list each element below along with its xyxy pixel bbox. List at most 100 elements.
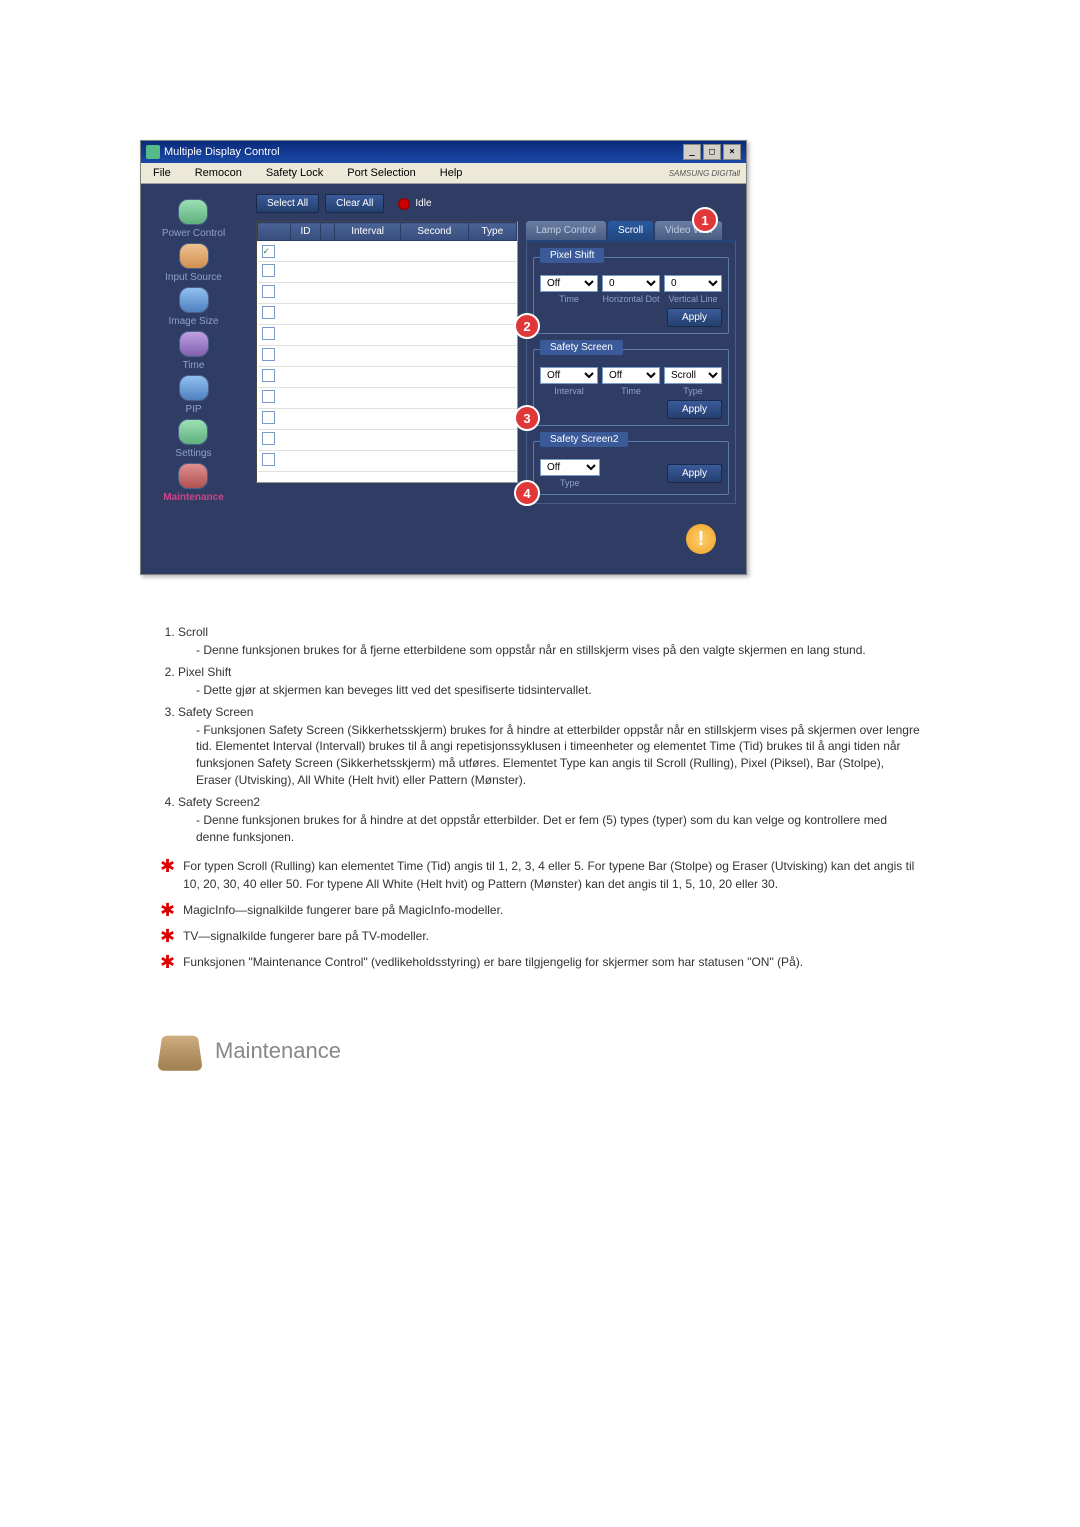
- col-interval[interactable]: Interval: [335, 223, 401, 241]
- safetyscreen2-type-select[interactable]: Off: [540, 459, 600, 476]
- toolbar: Select All Clear All Idle: [246, 184, 746, 221]
- table-row[interactable]: [258, 241, 517, 262]
- pixelshift-hdot-select[interactable]: 0: [602, 275, 660, 292]
- input-icon: [179, 243, 209, 269]
- table-row[interactable]: [258, 451, 517, 472]
- marker-2: 2: [514, 313, 540, 339]
- safetyscreen-type-select[interactable]: Scroll: [664, 367, 722, 384]
- col-type[interactable]: Type: [468, 223, 516, 241]
- menu-portselection[interactable]: Port Selection: [335, 165, 427, 181]
- pixelshift-time-select[interactable]: Off: [540, 275, 598, 292]
- row-checkbox[interactable]: [262, 390, 275, 403]
- group-safetyscreen: 3 Safety Screen OffInterval OffTime Scro…: [533, 342, 729, 426]
- table-row[interactable]: [258, 346, 517, 367]
- row-checkbox[interactable]: [262, 306, 275, 319]
- menu-remocon[interactable]: Remocon: [183, 165, 254, 181]
- sidebar-item-imagesize[interactable]: Image Size: [168, 287, 218, 327]
- section-header: Maintenance: [160, 1031, 920, 1071]
- sidebar-item-pip[interactable]: PIP: [179, 375, 209, 415]
- pixelshift-vline-select[interactable]: 0: [664, 275, 722, 292]
- doc-item-desc: - Denne funksjonen brukes for å fjerne e…: [178, 642, 920, 659]
- display-table[interactable]: ID Interval Second Type: [256, 221, 518, 483]
- app-window: Multiple Display Control _ □ × File Remo…: [140, 140, 747, 575]
- marker-4: 4: [514, 480, 540, 506]
- tab-lampcontrol[interactable]: Lamp Control: [526, 221, 606, 240]
- table-row[interactable]: [258, 367, 517, 388]
- row-checkbox[interactable]: [262, 264, 275, 277]
- row-checkbox[interactable]: [262, 453, 275, 466]
- window-title: Multiple Display Control: [164, 146, 280, 158]
- legend-safetyscreen: Safety Screen: [540, 340, 623, 355]
- sidebar-item-settings[interactable]: Settings: [175, 419, 211, 459]
- star-icon: ✱: [160, 953, 175, 971]
- menubar: File Remocon Safety Lock Port Selection …: [141, 163, 746, 184]
- menu-help[interactable]: Help: [428, 165, 475, 181]
- col-id[interactable]: ID: [291, 223, 321, 241]
- sidebar-item-time[interactable]: Time: [179, 331, 209, 371]
- titlebar[interactable]: Multiple Display Control _ □ ×: [141, 141, 746, 163]
- table-row[interactable]: [258, 430, 517, 451]
- row-checkbox[interactable]: [262, 245, 275, 258]
- table-row[interactable]: [258, 304, 517, 325]
- status-dot-icon: [398, 198, 410, 210]
- safetyscreen-apply-button[interactable]: Apply: [667, 400, 722, 419]
- doc-item-title: Safety Screen: [178, 705, 920, 719]
- safetyscreen-interval-select[interactable]: Off: [540, 367, 598, 384]
- row-checkbox[interactable]: [262, 411, 275, 424]
- note-text: MagicInfo—signalkilde fungerer bare på M…: [183, 901, 503, 919]
- clearall-button[interactable]: Clear All: [325, 194, 384, 213]
- doc-item-title: Safety Screen2: [178, 795, 920, 809]
- section-title: Maintenance: [215, 1038, 341, 1064]
- legend-safetyscreen2: Safety Screen2: [540, 432, 628, 447]
- table-row[interactable]: [258, 325, 517, 346]
- close-button[interactable]: ×: [723, 144, 741, 160]
- section-icon: [157, 1036, 203, 1071]
- group-safetyscreen2: 4 Safety Screen2 OffType Apply: [533, 434, 729, 495]
- doc-item-title: Scroll: [178, 625, 920, 639]
- sidebar-item-maintenance[interactable]: Maintenance: [163, 463, 224, 503]
- table-row[interactable]: [258, 409, 517, 430]
- note-text: For typen Scroll (Rulling) kan elementet…: [183, 857, 920, 893]
- status-area: !: [256, 514, 736, 564]
- row-checkbox[interactable]: [262, 369, 275, 382]
- col-status[interactable]: [321, 223, 335, 241]
- pip-icon: [179, 375, 209, 401]
- minimize-button[interactable]: _: [683, 144, 701, 160]
- tab-scroll[interactable]: Scroll: [608, 221, 653, 240]
- row-checkbox[interactable]: [262, 348, 275, 361]
- safetyscreen2-apply-button[interactable]: Apply: [667, 464, 722, 483]
- row-checkbox[interactable]: [262, 285, 275, 298]
- table-row[interactable]: [258, 283, 517, 304]
- warning-icon: !: [686, 524, 716, 554]
- brand-label: SAMSUNG DIGITall: [669, 165, 746, 181]
- col-check[interactable]: [258, 223, 291, 241]
- documentation: Scroll - Denne funksjonen brukes for å fj…: [140, 625, 940, 1071]
- doc-item-desc: - Denne funksjonen brukes for å hindre a…: [178, 812, 920, 846]
- safetyscreen-time-select[interactable]: Off: [602, 367, 660, 384]
- marker-3: 3: [514, 405, 540, 431]
- pixelshift-apply-button[interactable]: Apply: [667, 308, 722, 327]
- star-icon: ✱: [160, 857, 175, 875]
- menu-safetylock[interactable]: Safety Lock: [254, 165, 335, 181]
- power-icon: [178, 199, 208, 225]
- note-text: TV—signalkilde fungerer bare på TV-model…: [183, 927, 429, 945]
- star-icon: ✱: [160, 901, 175, 919]
- selectall-button[interactable]: Select All: [256, 194, 319, 213]
- menu-file[interactable]: File: [141, 165, 183, 181]
- sidebar-item-inputsource[interactable]: Input Source: [165, 243, 222, 283]
- table-row[interactable]: [258, 262, 517, 283]
- imagesize-icon: [179, 287, 209, 313]
- row-checkbox[interactable]: [262, 327, 275, 340]
- sidebar-item-powercontrol[interactable]: Power Control: [162, 199, 225, 239]
- doc-item-desc: - Funksjonen Safety Screen (Sikkerhetssk…: [178, 722, 920, 789]
- settings-panel: 1 Lamp Control Scroll Video Wall 2 Pixel…: [526, 221, 736, 504]
- app-icon: [146, 145, 160, 159]
- col-second[interactable]: Second: [401, 223, 469, 241]
- maintenance-icon: [178, 463, 208, 489]
- marker-1: 1: [692, 207, 718, 233]
- row-checkbox[interactable]: [262, 432, 275, 445]
- maximize-button[interactable]: □: [703, 144, 721, 160]
- status-idle: Idle: [398, 198, 431, 210]
- table-row[interactable]: [258, 388, 517, 409]
- time-icon: [179, 331, 209, 357]
